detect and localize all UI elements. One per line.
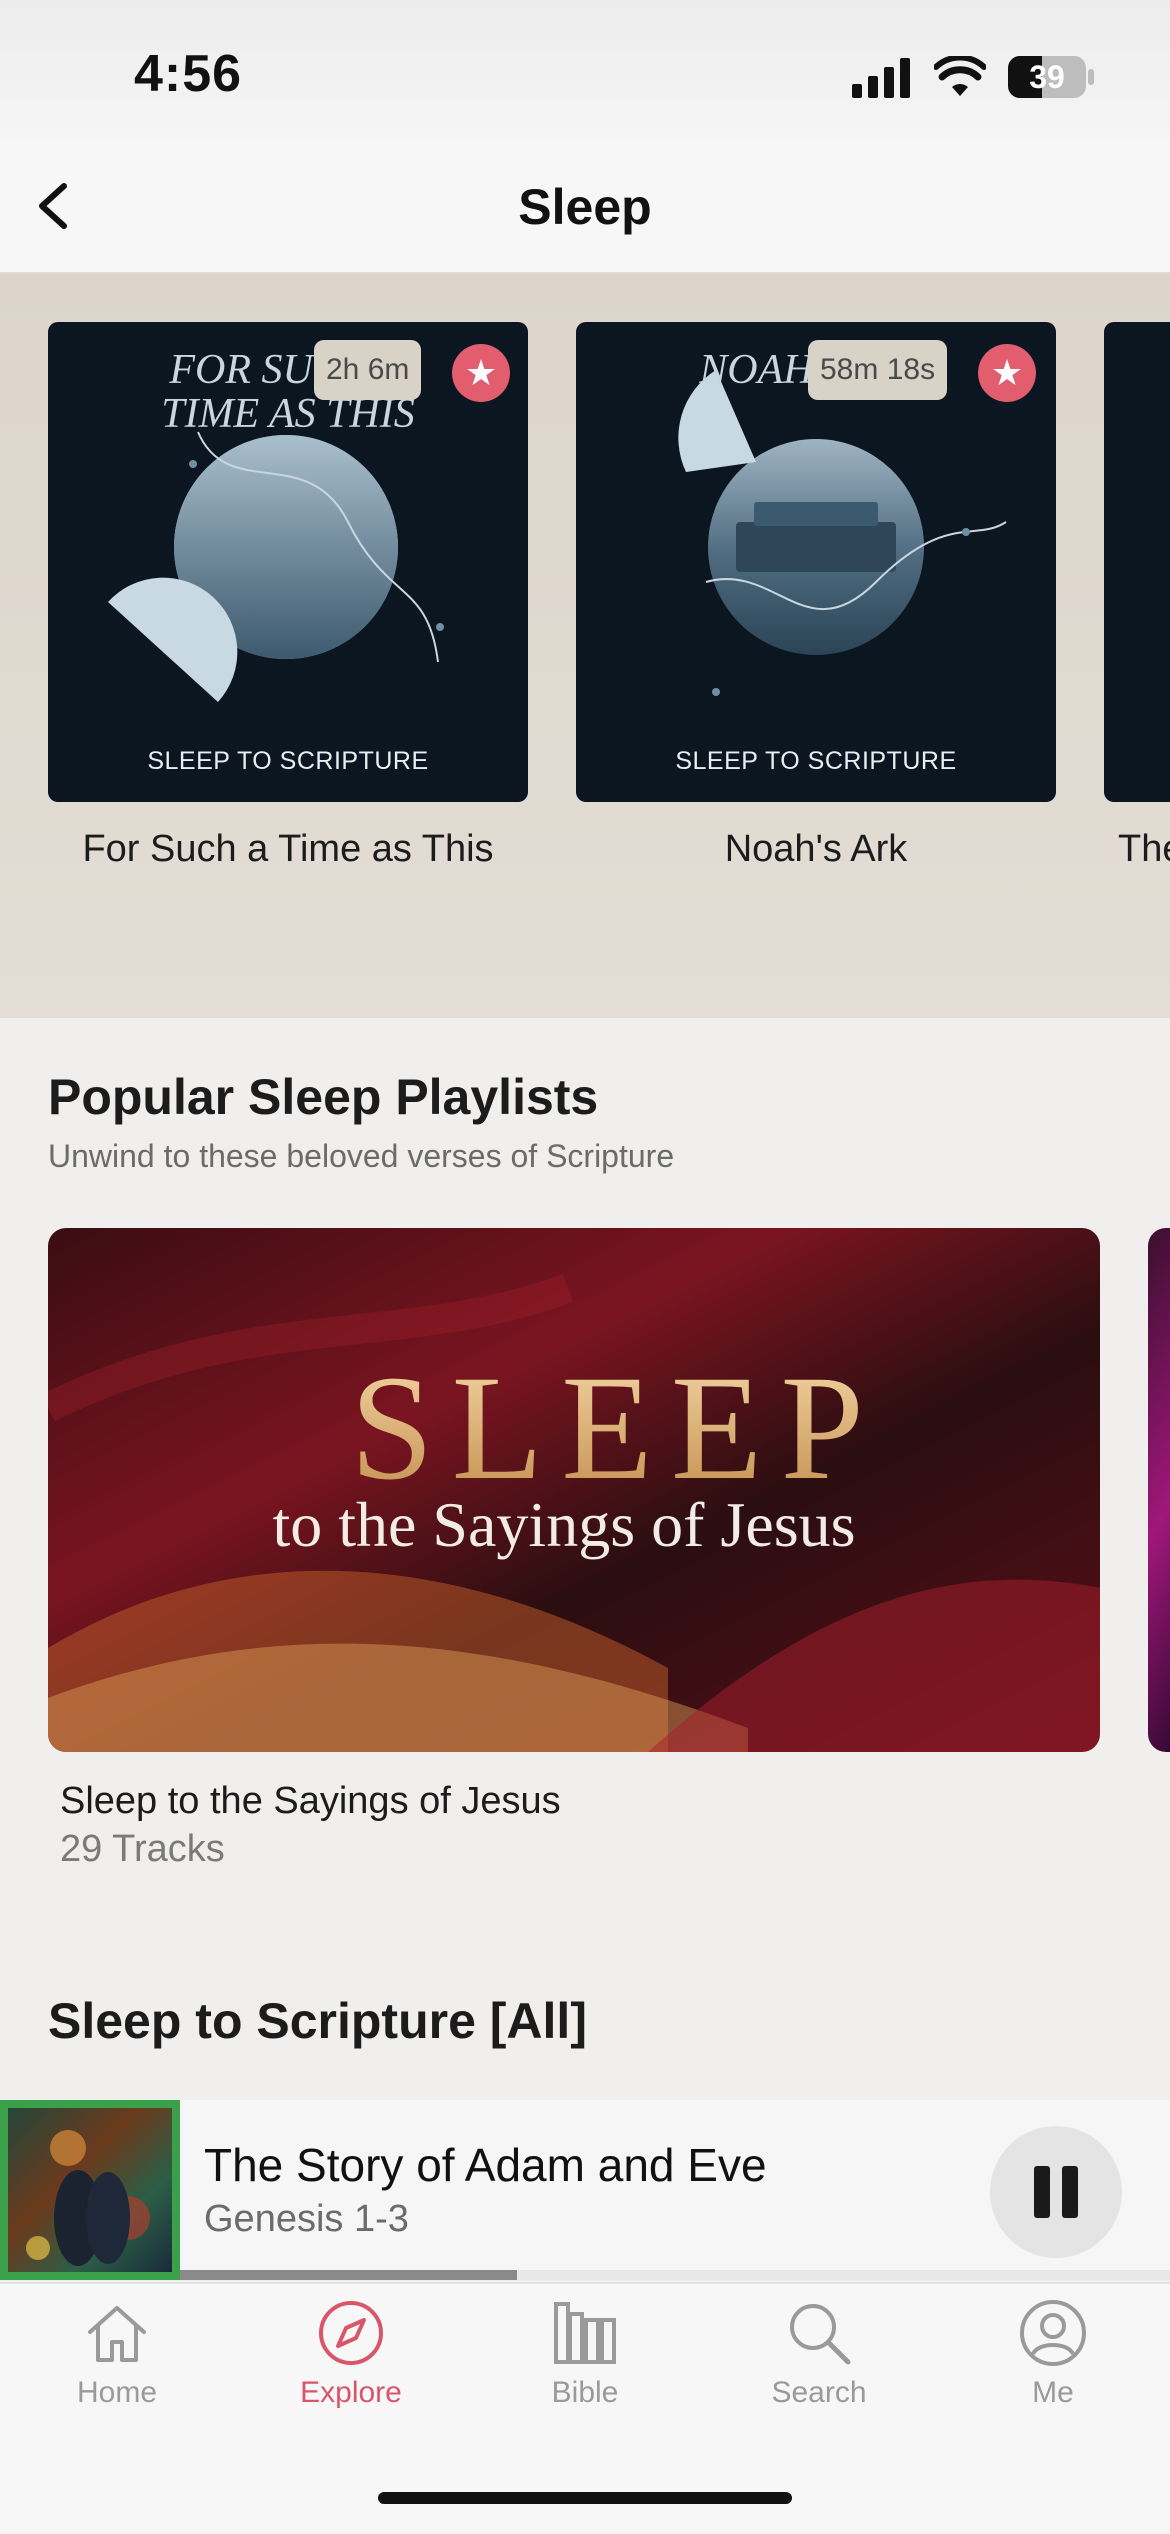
now-playing-title[interactable]: The Story of Adam and Eve bbox=[204, 2138, 767, 2192]
search-icon bbox=[790, 2304, 851, 2365]
tab-me[interactable]: Me bbox=[936, 2298, 1170, 2438]
card-art-subtitle: SLEEP TO SCRIPTURE bbox=[147, 747, 429, 775]
card-art-subtitle: SLEEP TO SCRIPTURE bbox=[675, 747, 957, 775]
pause-button[interactable] bbox=[990, 2126, 1122, 2258]
battery-level: 39 bbox=[1029, 59, 1065, 95]
pause-icon bbox=[1034, 2166, 1078, 2218]
playback-progress-fill bbox=[180, 2270, 517, 2280]
person-icon bbox=[1020, 2300, 1086, 2366]
now-playing-artwork[interactable] bbox=[0, 2100, 180, 2280]
artwork-illustration bbox=[26, 2130, 150, 2266]
section-title: Sleep to Scripture [All] bbox=[48, 1993, 587, 2049]
tab-home[interactable]: Home bbox=[0, 2298, 234, 2438]
compass-icon bbox=[319, 2301, 383, 2365]
tab-label: Me bbox=[1032, 2376, 1074, 2409]
section-subtitle: Unwind to these beloved verses of Script… bbox=[48, 1138, 675, 1174]
home-icon bbox=[88, 2306, 146, 2362]
tab-bible[interactable]: Bible bbox=[468, 2298, 702, 2438]
featured-card-noahs-ark[interactable]: NOAH'S ARK 58m 18s ★ SLEEP TO SCRIPTURE bbox=[576, 322, 1056, 802]
playlist-track-count: 29 Tracks bbox=[60, 1828, 225, 1870]
home-indicator bbox=[378, 2492, 792, 2504]
books-icon bbox=[554, 2302, 616, 2364]
duration-badge: 2h 6m bbox=[314, 340, 422, 400]
now-playing-subtitle: Genesis 1-3 bbox=[204, 2198, 409, 2240]
tab-search[interactable]: Search bbox=[702, 2298, 936, 2438]
battery-icon: 39 bbox=[1008, 56, 1086, 98]
playlist-name[interactable]: Sleep to the Sayings of Jesus bbox=[60, 1780, 561, 1823]
duration-badge: 58m 18s bbox=[808, 340, 948, 400]
playlist-art-subtitle: to the Sayings of Jesus bbox=[272, 1489, 855, 1560]
tab-label: Search bbox=[771, 2376, 867, 2409]
tab-label: Explore bbox=[300, 2376, 402, 2409]
featured-card-label[interactable]: The bbox=[1118, 828, 1170, 871]
battery-cap bbox=[1088, 69, 1094, 85]
status-time: 4:56 bbox=[134, 45, 243, 103]
tab-label: Home bbox=[76, 2376, 158, 2409]
playlist-artwork: SLEEP to the Sayings of Jesus bbox=[48, 1228, 1100, 1752]
playlist-card[interactable]: SLEEP to the Sayings of Jesus bbox=[48, 1228, 1100, 1752]
star-icon[interactable]: ★ bbox=[452, 344, 510, 402]
cellular-signal-icon bbox=[852, 58, 910, 98]
featured-card-label[interactable]: For Such a Time as This bbox=[48, 828, 528, 871]
featured-card-label[interactable]: Noah's Ark bbox=[576, 828, 1056, 871]
playlist-art-title: SLEEP bbox=[350, 1345, 882, 1511]
featured-card-partial[interactable] bbox=[1104, 322, 1170, 802]
playlist-card-partial[interactable] bbox=[1148, 1228, 1170, 1752]
star-icon[interactable]: ★ bbox=[978, 344, 1036, 402]
page-title: Sleep bbox=[518, 179, 652, 235]
section-title: Popular Sleep Playlists bbox=[48, 1069, 599, 1125]
featured-card-such-a-time[interactable]: FOR SUCH A TIME AS THIS 2h 6m ★ SLEEP TO… bbox=[48, 322, 528, 802]
wifi-icon bbox=[934, 56, 986, 96]
tab-explore[interactable]: Explore bbox=[234, 2298, 468, 2438]
tab-label: Bible bbox=[551, 2376, 619, 2409]
